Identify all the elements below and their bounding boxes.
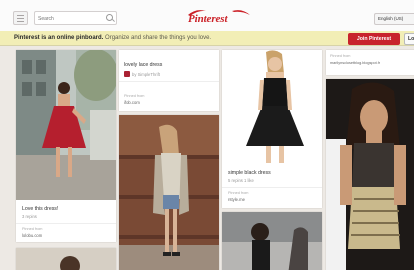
pin-black-dress[interactable]: simple black dress 5 repins 1 like Pinne… (222, 50, 322, 208)
pin-image-bottom-middle (222, 212, 322, 270)
logo-text: Pinterest (188, 13, 228, 25)
search-icon[interactable] (106, 14, 113, 21)
pinned-from-label: Pinned from (330, 54, 351, 58)
pin-red-dress[interactable]: Love this dress! 3 repins Pinned from lo… (16, 50, 116, 242)
pin-source-link[interactable]: lolobu.com (22, 233, 42, 238)
join-pinterest-button[interactable]: Join Pinterest (348, 33, 400, 45)
pin-divider (222, 187, 322, 188)
search-box[interactable] (34, 11, 117, 25)
pin-image-black-dress[interactable] (222, 50, 322, 165)
pinner-avatar[interactable] (124, 71, 130, 77)
login-button[interactable]: Lo (404, 33, 414, 45)
pin-image-bottom-left (16, 248, 116, 270)
pin-source-link[interactable]: marilynsclosetblog.blogspot.fr (330, 61, 380, 65)
pin-image-evening-look (326, 79, 414, 270)
pinned-from-label: Pinned from (124, 94, 145, 98)
banner-message: Pinterest is an online pinboard. Organiz… (14, 35, 211, 41)
pin-image-street-style (119, 115, 219, 270)
pin-title[interactable]: lovely lace dress (124, 62, 162, 68)
pin-evening-look[interactable] (326, 79, 414, 270)
pin-source-link[interactable]: ifob.com (124, 100, 140, 105)
pin-stats: by SimpleThrift (132, 72, 160, 77)
pin-bottom-middle[interactable] (222, 212, 322, 270)
signup-banner: Pinterest is an online pinboard. Organiz… (0, 31, 414, 46)
top-header: Pinterest English (US) (0, 0, 414, 32)
pinned-from-label: Pinned from (228, 191, 249, 195)
banner-tagline: Organize and share the things you love. (103, 35, 212, 41)
pinterest-logo[interactable]: Pinterest (184, 7, 254, 26)
red-dress-photo (16, 50, 116, 200)
pin-lace-dress[interactable]: lovely lace dress by SimpleThrift Pinned… (119, 50, 219, 111)
pin-title[interactable]: Love this dress! (22, 206, 58, 212)
pin-bottom-left[interactable] (16, 248, 116, 270)
pin-divider (16, 223, 116, 224)
black-dress-photo (222, 50, 322, 165)
pin-source-link[interactable]: rstyle.me (228, 197, 245, 202)
pin-divider (119, 81, 219, 82)
pin-stats: 3 repins (22, 214, 37, 219)
pin-stats: 5 repins 1 like (228, 178, 254, 183)
language-select[interactable]: English (US) (374, 13, 414, 25)
search-input[interactable] (38, 13, 100, 24)
pin-street-style[interactable] (119, 115, 219, 270)
pin-image-red-dress[interactable] (16, 50, 116, 200)
pin-top-right[interactable]: Pinned from marilynsclosetblog.blogspot.… (326, 50, 414, 75)
pin-title[interactable]: simple black dress (228, 170, 271, 176)
menu-icon[interactable] (13, 11, 28, 25)
banner-lead: Pinterest is an online pinboard. (14, 35, 104, 41)
pinned-from-label: Pinned from (22, 227, 43, 231)
